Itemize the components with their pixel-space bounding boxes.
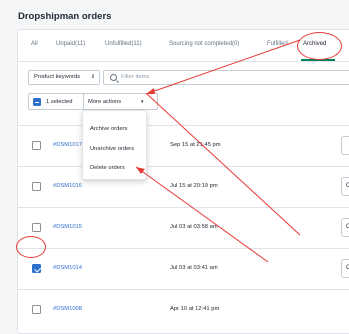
tab-all[interactable]: All	[31, 41, 38, 47]
order-id-link[interactable]: #DSM1014	[53, 265, 82, 271]
row-action-button[interactable]: C	[341, 259, 349, 278]
order-tabs: All Unpaid(11) Unfulfilled(11) Sourcing …	[18, 30, 349, 62]
product-keywords-label: Product keywords	[34, 74, 81, 80]
tab-unfulfilled[interactable]: Unfulfilled(11)	[105, 41, 142, 47]
search-placeholder: Filter items	[121, 74, 150, 80]
more-actions-button[interactable]: More actions	[88, 99, 121, 105]
order-date: Sep 15 at 21:45 pm	[170, 142, 221, 148]
bulk-divider	[83, 94, 84, 109]
filter-search-input[interactable]: Filter items	[103, 70, 349, 85]
product-keywords-select[interactable]: Product keywords ⇕	[28, 70, 100, 85]
order-date: Jul 03 at 03:41 am	[170, 265, 218, 271]
row-checkbox-checked[interactable]	[32, 264, 41, 273]
table-row[interactable]: #DSM1016 Jul 15 at 20:19 pm C	[18, 166, 349, 207]
table-row[interactable]: #DSM1014 Jul 03 at 03:41 am C	[18, 248, 349, 289]
row-action-button[interactable]	[341, 136, 349, 155]
tab-sourcing-not-completed[interactable]: Sourcing not completed(0)	[169, 41, 239, 47]
bulk-select-checkbox[interactable]	[33, 98, 41, 106]
search-icon	[110, 74, 117, 81]
order-date: Apr 10 at 12:41 pm	[170, 306, 220, 312]
filter-row: Product keywords ⇕ Filter items	[18, 62, 349, 94]
tab-unpaid[interactable]: Unpaid(11)	[56, 41, 85, 47]
order-id-link[interactable]: #DSM1008	[53, 306, 82, 312]
selected-count-label: 1 selected	[46, 98, 73, 105]
page-title: Dropshipman orders	[18, 11, 112, 22]
order-date: Jul 03 at 03:58 am	[170, 224, 218, 230]
bulk-actions-bar: 1 selected More actions ▾	[28, 93, 158, 110]
tab-fulfilled[interactable]: Fulfilled	[267, 41, 288, 47]
table-row[interactable]: #DSM1015 Jul 03 at 03:58 am C	[18, 207, 349, 248]
unarchive-orders-menu-item[interactable]: Unarchive orders	[90, 146, 134, 152]
row-checkbox[interactable]	[32, 223, 41, 232]
row-action-button[interactable]: C	[341, 177, 349, 196]
order-date: Jul 15 at 20:19 pm	[170, 183, 218, 189]
archive-orders-menu-item[interactable]: Archive orders	[90, 126, 127, 132]
orders-card: All Unpaid(11) Unfulfilled(11) Sourcing …	[17, 29, 349, 334]
table-row[interactable]: #DSM1017 Sep 15 at 21:45 pm	[18, 125, 349, 166]
order-id-link[interactable]: #DSM1016	[53, 183, 82, 189]
table-row[interactable]: #DSM1008 Apr 10 at 12:41 pm	[18, 289, 349, 330]
annotation-circle-archived-tab	[297, 32, 342, 60]
row-checkbox[interactable]	[32, 141, 41, 150]
more-actions-dropdown: Archive orders Unarchive orders Delete o…	[82, 110, 147, 180]
chevron-down-icon[interactable]: ▾	[141, 99, 144, 105]
delete-orders-menu-item[interactable]: Delete orders	[90, 165, 125, 171]
order-id-link[interactable]: #DSM1017	[53, 142, 82, 148]
row-action-button[interactable]: C	[341, 218, 349, 237]
order-id-link[interactable]: #DSM1015	[53, 224, 82, 230]
row-checkbox[interactable]	[32, 182, 41, 191]
updown-caret-icon: ⇕	[90, 74, 95, 80]
annotation-circle-selected-row	[16, 236, 46, 258]
row-checkbox[interactable]	[32, 305, 41, 314]
